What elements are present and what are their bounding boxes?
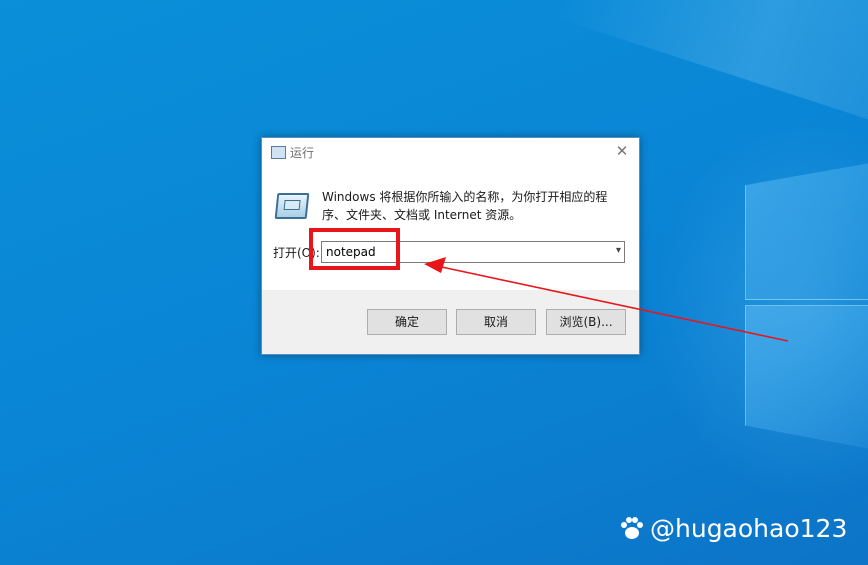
browse-button[interactable]: 浏览(B)... [546,309,626,335]
highlight-box [309,228,400,270]
chevron-down-icon[interactable]: ▾ [616,245,621,256]
title-bar: 运行 ✕ [262,138,639,166]
dialog-description: Windows 将根据你所输入的名称，为你打开相应的程序、文件夹、文档或 Int… [322,190,608,222]
watermark: @hugaohao123 [618,514,847,543]
ok-button[interactable]: 确定 [367,309,447,335]
run-icon [274,193,310,219]
dialog-title: 运行 [290,146,315,160]
close-button[interactable]: ✕ [611,141,633,161]
run-icon [271,146,286,159]
cancel-button[interactable]: 取消 [456,309,536,335]
close-icon: ✕ [615,142,629,160]
watermark-text: @hugaohao123 [650,514,848,543]
paw-icon [621,516,643,539]
